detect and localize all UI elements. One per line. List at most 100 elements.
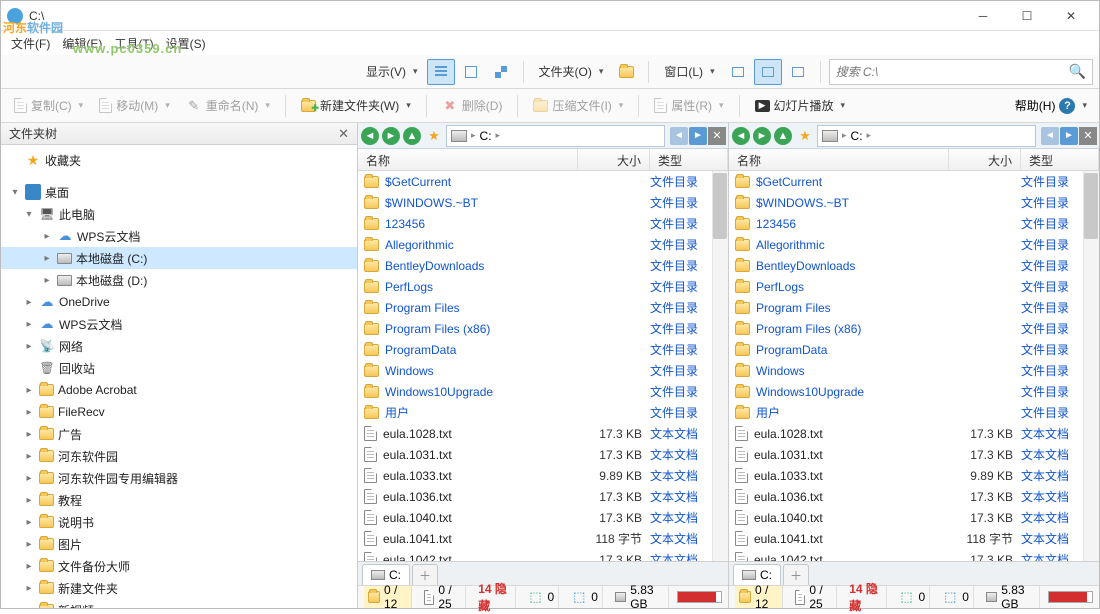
layout-stacked-button[interactable]	[784, 59, 812, 85]
menu-settings[interactable]: 设置(S)	[160, 33, 212, 54]
nav-up-icon[interactable]: ▲	[403, 127, 421, 145]
search-icon[interactable]: 🔍	[1069, 63, 1086, 80]
tab-drive-c[interactable]: C:	[733, 564, 781, 585]
list-item[interactable]: Program Files (x86)文件目录	[358, 318, 728, 339]
col-type[interactable]: 类型	[650, 149, 728, 170]
tree-wpscloud2[interactable]: ▸☁WPS云文档	[1, 313, 357, 335]
col-name[interactable]: 名称	[358, 149, 578, 170]
list-item[interactable]: eula.1033.txt9.89 KB文本文档	[729, 465, 1099, 486]
maximize-button[interactable]: ☐	[1005, 2, 1049, 30]
tree-item[interactable]: ▸广告	[1, 423, 357, 445]
menu-edit[interactable]: 编辑(E)	[56, 33, 108, 54]
list-item[interactable]: 123456文件目录	[358, 213, 728, 234]
tab-add[interactable]: ＋	[412, 564, 438, 585]
list-item[interactable]: $GetCurrent文件目录	[358, 171, 728, 192]
list-item[interactable]: eula.1040.txt17.3 KB文本文档	[729, 507, 1099, 528]
tree-desktop[interactable]: ▾桌面	[1, 181, 357, 203]
tree-onedrive[interactable]: ▸☁OneDrive	[1, 291, 357, 313]
col-size[interactable]: 大小	[578, 149, 650, 170]
list-item[interactable]: PerfLogs文件目录	[729, 276, 1099, 297]
file-list[interactable]: $GetCurrent文件目录$WINDOWS.~BT文件目录123456文件目…	[358, 171, 728, 561]
list-item[interactable]: ProgramData文件目录	[729, 339, 1099, 360]
list-item[interactable]: eula.1036.txt17.3 KB文本文档	[358, 486, 728, 507]
windows-dropdown[interactable]: 窗口(L)▾	[657, 59, 721, 85]
column-header[interactable]: 名称 大小 类型	[358, 149, 728, 171]
list-item[interactable]: eula.1031.txt17.3 KB文本文档	[358, 444, 728, 465]
list-item[interactable]: eula.1041.txt118 字节文本文档	[729, 528, 1099, 549]
tree-drive-c[interactable]: ▸本地磁盘 (C:)	[1, 247, 357, 269]
view-tiles-button[interactable]	[487, 59, 515, 85]
breadcrumb-drive[interactable]: C:	[480, 129, 492, 143]
list-item[interactable]: eula.1033.txt9.89 KB文本文档	[358, 465, 728, 486]
history-next-icon[interactable]: ►	[1060, 127, 1078, 145]
list-item[interactable]: Windows10Upgrade文件目录	[358, 381, 728, 402]
list-item[interactable]: Program Files文件目录	[358, 297, 728, 318]
search-box[interactable]: 🔍	[829, 59, 1093, 85]
list-item[interactable]: 用户文件目录	[729, 402, 1099, 423]
view-dropdown[interactable]: 显示(V)▾	[359, 59, 425, 85]
list-item[interactable]: $WINDOWS.~BT文件目录	[358, 192, 728, 213]
list-item[interactable]: Allegorithmic文件目录	[729, 234, 1099, 255]
list-item[interactable]: Program Files (x86)文件目录	[729, 318, 1099, 339]
list-item[interactable]: PerfLogs文件目录	[358, 276, 728, 297]
new-folder-button[interactable]: 新建文件夹(W)▾	[294, 93, 418, 119]
list-item[interactable]: Windows10Upgrade文件目录	[729, 381, 1099, 402]
nav-fwd-icon[interactable]: ►	[382, 127, 400, 145]
tree-item[interactable]: ▸教程	[1, 489, 357, 511]
layout-dual-button[interactable]	[754, 59, 782, 85]
list-item[interactable]: ProgramData文件目录	[358, 339, 728, 360]
col-size[interactable]: 大小	[949, 149, 1021, 170]
tree-item[interactable]: ▸FileRecv	[1, 401, 357, 423]
scrollbar-thumb[interactable]	[1084, 173, 1098, 239]
view-large-button[interactable]	[457, 59, 485, 85]
pane-close-icon[interactable]: ✕	[1079, 127, 1097, 145]
folders-dropdown[interactable]: 文件夹(O)▾	[532, 59, 611, 85]
list-item[interactable]: Allegorithmic文件目录	[358, 234, 728, 255]
tree-item[interactable]: ▸文件备份大师	[1, 555, 357, 577]
list-item[interactable]: Windows文件目录	[358, 360, 728, 381]
list-item[interactable]: Windows文件目录	[729, 360, 1099, 381]
tree-drive-d[interactable]: ▸本地磁盘 (D:)	[1, 269, 357, 291]
tree-item[interactable]: ▸河东软件园专用编辑器	[1, 467, 357, 489]
help-icon[interactable]: ?	[1059, 98, 1075, 114]
tree-item[interactable]: ▸新视频	[1, 599, 357, 608]
tree-item[interactable]: ▸新建文件夹	[1, 577, 357, 599]
tree-body[interactable]: ★收藏夹 ▾桌面 ▾🖥此电脑 ▸☁WPS云文档 ▸本地磁盘 (C:) ▸本地磁盘…	[1, 145, 357, 608]
copy-button[interactable]: 复制(C)▾	[7, 93, 90, 119]
history-prev-icon[interactable]: ◄	[670, 127, 688, 145]
nav-up-icon[interactable]: ▲	[774, 127, 792, 145]
tree-thispc[interactable]: ▾🖥此电脑	[1, 203, 357, 225]
list-item[interactable]: eula.1036.txt17.3 KB文本文档	[729, 486, 1099, 507]
close-button[interactable]: ✕	[1049, 2, 1093, 30]
tree-recycle[interactable]: 🗑回收站	[1, 357, 357, 379]
column-header[interactable]: 名称 大小 类型	[729, 149, 1099, 171]
menu-tools[interactable]: 工具(T)	[108, 33, 159, 54]
slideshow-button[interactable]: ▶幻灯片播放▾	[748, 93, 853, 119]
history-prev-icon[interactable]: ◄	[1041, 127, 1059, 145]
col-name[interactable]: 名称	[729, 149, 949, 170]
folder-tree-button[interactable]	[612, 59, 640, 85]
nav-back-icon[interactable]: ◄	[732, 127, 750, 145]
tree-wpscloud[interactable]: ▸☁WPS云文档	[1, 225, 357, 247]
list-item[interactable]: BentleyDownloads文件目录	[729, 255, 1099, 276]
nav-fav-icon[interactable]: ★	[423, 125, 445, 147]
list-item[interactable]: eula.1028.txt17.3 KB文本文档	[729, 423, 1099, 444]
tree-favorites[interactable]: ★收藏夹	[1, 149, 357, 171]
col-type[interactable]: 类型	[1021, 149, 1099, 170]
pane-close-icon[interactable]: ✕	[708, 127, 726, 145]
menu-file[interactable]: 文件(F)	[5, 33, 56, 54]
list-item[interactable]: eula.1028.txt17.3 KB文本文档	[358, 423, 728, 444]
tree-item[interactable]: ▸Adobe Acrobat	[1, 379, 357, 401]
nav-fav-icon[interactable]: ★	[794, 125, 816, 147]
minimize-button[interactable]: ─	[961, 2, 1005, 30]
rename-button[interactable]: ✎重命名(N)▾	[179, 93, 277, 119]
move-button[interactable]: 移动(M)▾	[92, 93, 177, 119]
list-item[interactable]: eula.1040.txt17.3 KB文本文档	[358, 507, 728, 528]
nav-fwd-icon[interactable]: ►	[753, 127, 771, 145]
tab-drive-c[interactable]: C:	[362, 564, 410, 585]
view-details-button[interactable]	[427, 59, 455, 85]
breadcrumb-drive[interactable]: C:	[851, 129, 863, 143]
list-item[interactable]: $GetCurrent文件目录	[729, 171, 1099, 192]
tree-item[interactable]: ▸图片	[1, 533, 357, 555]
list-item[interactable]: Program Files文件目录	[729, 297, 1099, 318]
